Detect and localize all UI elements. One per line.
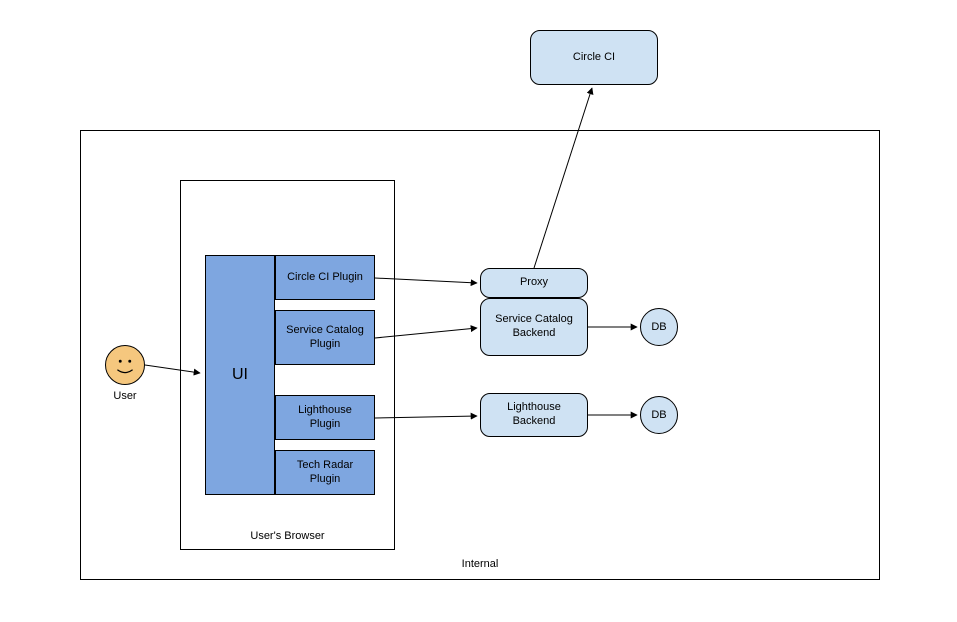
circleci-node: Circle CI [530, 30, 658, 85]
service-catalog-backend-node: Service Catalog Backend [480, 298, 588, 356]
service-catalog-backend-label: Service Catalog Backend [487, 313, 581, 341]
lighthouse-backend-label: Lighthouse Backend [487, 401, 581, 429]
service-catalog-plugin-label: Service Catalog Plugin [282, 324, 368, 352]
proxy-label: Proxy [520, 276, 548, 290]
user-label: User [100, 390, 150, 402]
db1-node: DB [640, 308, 678, 346]
user-icon [105, 345, 145, 385]
db2-label: DB [651, 409, 666, 421]
lighthouse-plugin-label: Lighthouse Plugin [282, 404, 368, 432]
circleci-plugin-label: Circle CI Plugin [287, 271, 363, 285]
diagram-canvas: Internal User's Browser User UI Circle C… [0, 0, 957, 622]
service-catalog-plugin-node: Service Catalog Plugin [275, 310, 375, 365]
lighthouse-plugin-node: Lighthouse Plugin [275, 395, 375, 440]
proxy-node: Proxy [480, 268, 588, 298]
tech-radar-plugin-node: Tech Radar Plugin [275, 450, 375, 495]
lighthouse-backend-node: Lighthouse Backend [480, 393, 588, 437]
db2-node: DB [640, 396, 678, 434]
db1-label: DB [651, 321, 666, 333]
circleci-label: Circle CI [573, 51, 615, 65]
browser-label: User's Browser [180, 530, 395, 542]
tech-radar-plugin-label: Tech Radar Plugin [282, 459, 368, 487]
ui-node-label: UI [232, 365, 248, 385]
circleci-plugin-node: Circle CI Plugin [275, 255, 375, 300]
ui-node: UI [205, 255, 275, 495]
internal-label: Internal [80, 558, 880, 570]
